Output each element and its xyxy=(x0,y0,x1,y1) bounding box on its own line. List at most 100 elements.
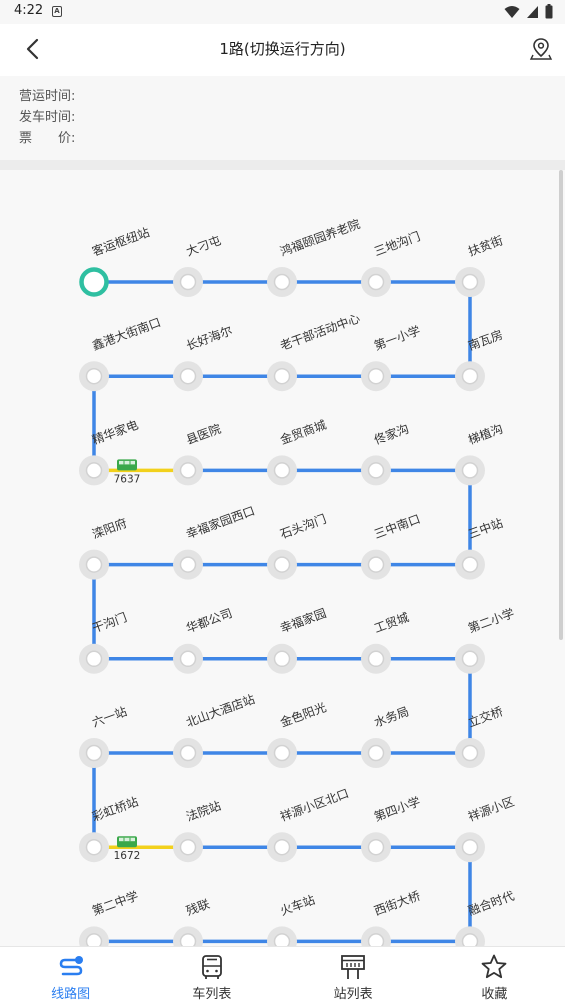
stop-label[interactable]: 幸福家园 xyxy=(278,605,328,636)
stop-40[interactable] xyxy=(79,926,109,946)
stop-label[interactable]: 幸福家园西口 xyxy=(184,503,257,542)
stop-label[interactable]: 鑫港大街南口 xyxy=(90,314,163,353)
stop-27[interactable] xyxy=(361,738,391,768)
stop-label[interactable]: 融合时代 xyxy=(466,888,516,919)
stop-label[interactable]: 老干部活动中心 xyxy=(278,310,362,353)
current-stop-marker[interactable] xyxy=(79,267,109,297)
stop-label[interactable]: 客运枢纽站 xyxy=(90,224,152,259)
stop-label[interactable]: 三地沟门 xyxy=(372,228,422,259)
stop-34[interactable] xyxy=(361,832,391,863)
stop-6[interactable] xyxy=(455,361,485,392)
stop-label[interactable]: 金贸商城 xyxy=(278,417,328,448)
stop-31[interactable] xyxy=(79,832,109,863)
stop-label[interactable]: 梯植沟 xyxy=(466,421,505,447)
tab-stop-list[interactable]: 站列表 xyxy=(283,947,424,1004)
stop-label[interactable]: 扶贫街 xyxy=(466,232,505,258)
stop-1[interactable] xyxy=(79,267,109,297)
stop-label[interactable]: 精华家电 xyxy=(90,417,140,448)
stop-23[interactable] xyxy=(267,643,297,674)
stop-label[interactable]: 祥源小区北口 xyxy=(278,786,350,824)
stop-label[interactable]: 六一站 xyxy=(90,704,129,729)
tab-route-map[interactable]: 线路图 xyxy=(0,947,141,1004)
stop-13[interactable] xyxy=(267,455,297,486)
stop-label[interactable]: 工贸城 xyxy=(372,610,411,635)
status-bar: 4:22 A xyxy=(0,0,565,24)
stop-38[interactable] xyxy=(267,926,297,946)
stop-24[interactable] xyxy=(361,643,391,674)
stop-label[interactable]: 第二小学 xyxy=(466,605,516,636)
stop-label[interactable]: 滦阳府 xyxy=(90,515,129,541)
stop-19[interactable] xyxy=(173,549,203,580)
stop-14[interactable] xyxy=(361,455,391,486)
departure-time: 发车时间: xyxy=(19,107,565,128)
stop-2[interactable] xyxy=(173,267,203,297)
stop-9[interactable] xyxy=(173,361,203,392)
stop-label[interactable]: 金色阳光 xyxy=(278,699,328,730)
stop-label[interactable]: 县医院 xyxy=(184,422,223,447)
stop-7[interactable] xyxy=(361,361,391,392)
stop-label[interactable]: 大刁屯 xyxy=(184,233,223,258)
stop-label[interactable]: 残联 xyxy=(184,897,211,918)
stop-20[interactable] xyxy=(79,549,109,580)
bus-window xyxy=(119,460,135,465)
tab-favorites[interactable]: 收藏 xyxy=(424,947,565,1004)
bus-7637[interactable]: 7637 xyxy=(114,459,141,485)
stop-29[interactable] xyxy=(173,738,203,768)
stop-label[interactable]: 第一小学 xyxy=(372,323,422,354)
stop-label[interactable]: 彩虹桥站 xyxy=(90,794,140,824)
stop-label[interactable]: 三中南口 xyxy=(372,511,422,542)
stop-marker-inner xyxy=(367,367,385,385)
stop-label[interactable]: 北山大酒店站 xyxy=(184,692,256,730)
stop-label[interactable]: 火车站 xyxy=(278,892,317,918)
stop-18[interactable] xyxy=(267,549,297,580)
stop-4[interactable] xyxy=(361,267,391,297)
stop-label[interactable]: 鸿福颐园养老院 xyxy=(278,216,362,259)
stop-label[interactable]: 长好海尔 xyxy=(184,323,234,354)
stop-label[interactable]: 西街大桥 xyxy=(372,889,422,919)
stop-label[interactable]: 第二中学 xyxy=(90,888,140,919)
stop-33[interactable] xyxy=(267,832,297,863)
section-divider xyxy=(0,160,565,170)
stop-label[interactable]: 第四小学 xyxy=(372,794,422,825)
fare: 票 价: xyxy=(19,128,565,149)
stop-25[interactable] xyxy=(455,643,485,674)
stop-10[interactable] xyxy=(79,361,109,392)
stop-marker-inner xyxy=(85,744,103,762)
stop-22[interactable] xyxy=(173,643,203,674)
scrollbar[interactable] xyxy=(559,170,563,640)
stop-16[interactable] xyxy=(455,549,485,580)
stop-35[interactable] xyxy=(455,832,485,863)
map-pin-icon[interactable] xyxy=(529,37,553,61)
stop-marker-inner xyxy=(273,367,291,385)
stop-15[interactable] xyxy=(455,455,485,486)
stop-label[interactable]: 水务局 xyxy=(372,703,411,729)
stop-12[interactable] xyxy=(173,455,203,486)
stop-marker-inner xyxy=(179,744,197,762)
stop-26[interactable] xyxy=(455,738,485,768)
stop-11[interactable] xyxy=(79,455,109,486)
stop-label[interactable]: 石头沟门 xyxy=(278,511,328,542)
stop-28[interactable] xyxy=(267,738,297,768)
stop-label[interactable]: 祥源小区 xyxy=(466,794,516,824)
route-map[interactable]: 客运枢纽站 大刁屯 鸿福颐园养老院 三地沟门 扶贫街 南瓦房 第一小学 老干部活动中心 长好海尔… xyxy=(0,170,565,946)
bus-1672[interactable]: 1672 xyxy=(114,836,141,862)
stop-8[interactable] xyxy=(267,361,297,392)
stop-17[interactable] xyxy=(361,549,391,580)
stop-5[interactable] xyxy=(455,267,485,297)
stop-label[interactable]: 华都公司 xyxy=(184,606,234,636)
stop-21[interactable] xyxy=(79,643,109,674)
stop-36[interactable] xyxy=(455,926,485,946)
tab-bus-list[interactable]: 车列表 xyxy=(141,947,282,1004)
stop-32[interactable] xyxy=(173,832,203,863)
stop-label[interactable]: 佟家沟 xyxy=(372,421,411,447)
page-title[interactable]: 1路(切换运行方向) xyxy=(0,38,565,59)
stop-marker-inner xyxy=(85,838,103,856)
stop-37[interactable] xyxy=(361,926,391,946)
stop-label[interactable]: 法院站 xyxy=(184,799,223,824)
stop-3[interactable] xyxy=(267,267,297,297)
stop-30[interactable] xyxy=(79,738,109,768)
bottom-tab-bar: 线路图 车列表 站列表 收藏 xyxy=(0,946,565,1004)
stop-marker-inner xyxy=(273,556,291,573)
stop-39[interactable] xyxy=(173,926,203,946)
bus-icon xyxy=(201,955,222,979)
